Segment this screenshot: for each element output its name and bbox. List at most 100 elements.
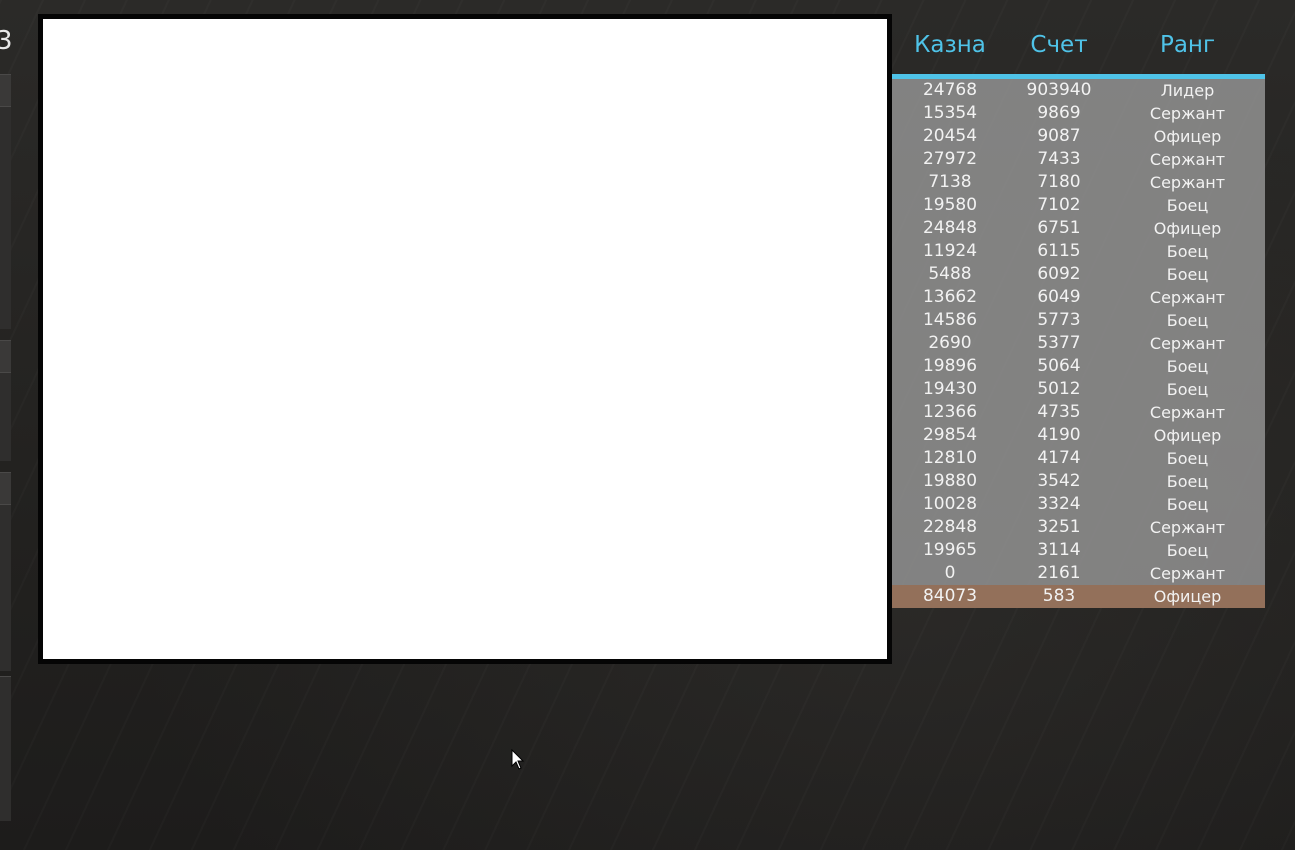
table-row[interactable]: 22848 3251 Сержант	[892, 516, 1265, 539]
table-row[interactable]: 24848 6751 Офицер	[892, 217, 1265, 240]
cell-kazna: 12810	[922, 448, 978, 468]
cell-rang: Сержант	[1149, 150, 1226, 169]
cell-schet: 7180	[1037, 172, 1081, 192]
cell-rang: Офицер	[1153, 426, 1222, 445]
cell-schet: 583	[1042, 586, 1076, 606]
left-panel-strip[interactable]	[0, 340, 11, 373]
left-panel-section	[0, 676, 11, 821]
cell-schet: 5064	[1037, 356, 1081, 376]
table-row[interactable]: 10028 3324 Боец	[892, 493, 1265, 516]
cell-kazna: 19430	[922, 379, 978, 399]
cell-rang: Боец	[1166, 495, 1209, 514]
cell-schet: 9087	[1037, 126, 1081, 146]
cell-rang: Сержант	[1149, 518, 1226, 537]
cell-schet: 903940	[1026, 80, 1092, 100]
table-row[interactable]: 19880 3542 Боец	[892, 470, 1265, 493]
cell-kazna: 24848	[922, 218, 978, 238]
cell-rang: Сержант	[1149, 564, 1226, 583]
cell-schet: 6049	[1037, 287, 1081, 307]
table-header: Казна Счет Ранг	[892, 24, 1265, 79]
table-row[interactable]: 5488 6092 Боец	[892, 263, 1265, 286]
table-row[interactable]: 19580 7102 Боец	[892, 194, 1265, 217]
table-row[interactable]: 24768 903940 Лидер	[892, 79, 1265, 102]
left-panel-section	[0, 504, 11, 671]
table-row[interactable]: 20454 9087 Офицер	[892, 125, 1265, 148]
table-row-current-player[interactable]: 84073 583 Офицер	[892, 585, 1265, 608]
column-header-rang[interactable]: Ранг	[1110, 28, 1265, 62]
cell-schet: 4735	[1037, 402, 1081, 422]
cell-schet: 7102	[1037, 195, 1081, 215]
cell-schet: 7433	[1037, 149, 1081, 169]
cell-rang: Боец	[1166, 265, 1209, 284]
cell-schet: 6092	[1037, 264, 1081, 284]
cell-rang: Сержант	[1149, 288, 1226, 307]
left-panel-section	[0, 106, 11, 329]
content-window	[38, 14, 892, 664]
column-header-schet[interactable]: Счет	[1008, 28, 1110, 62]
cell-rang: Сержант	[1149, 403, 1226, 422]
cell-rang: Боец	[1166, 311, 1209, 330]
cell-rang: Сержант	[1149, 104, 1226, 123]
cell-rang: Сержант	[1149, 173, 1226, 192]
cell-kazna: 19880	[922, 471, 978, 491]
cell-rang: Офицер	[1153, 219, 1222, 238]
table-body: 24768 903940 Лидер 15354 9869 Сержант 20454 908…	[892, 79, 1265, 608]
cell-rang: Сержант	[1149, 334, 1226, 353]
table-row[interactable]: 19965 3114 Боец	[892, 539, 1265, 562]
game-screen: 3 Казна Счет Ранг 24768 903940 Лидер 15354 9…	[0, 0, 1295, 850]
cell-rang: Офицер	[1153, 127, 1222, 146]
cell-rang: Лидер	[1160, 81, 1215, 100]
table-row[interactable]: 12810 4174 Боец	[892, 447, 1265, 470]
cell-kazna: 19965	[922, 540, 978, 560]
cell-kazna: 24768	[922, 80, 978, 100]
left-panel-section	[0, 372, 11, 461]
cell-rang: Боец	[1166, 357, 1209, 376]
cell-schet: 5012	[1037, 379, 1081, 399]
cell-schet: 2161	[1037, 563, 1081, 583]
cell-kazna: 0	[944, 563, 956, 583]
cell-kazna: 2690	[928, 333, 972, 353]
left-panel-strip[interactable]	[0, 74, 11, 107]
table-row[interactable]: 13662 6049 Сержант	[892, 286, 1265, 309]
table-row[interactable]: 7138 7180 Сержант	[892, 171, 1265, 194]
cell-kazna: 84073	[922, 586, 978, 606]
left-panel-partial-text: 3	[0, 26, 13, 56]
cell-kazna: 27972	[922, 149, 978, 169]
cell-kazna: 5488	[928, 264, 972, 284]
left-panel-strip[interactable]	[0, 472, 11, 505]
cell-kazna: 15354	[922, 103, 978, 123]
cell-kazna: 7138	[928, 172, 972, 192]
cell-rang: Боец	[1166, 196, 1209, 215]
cell-schet: 3251	[1037, 517, 1081, 537]
cell-schet: 9869	[1037, 103, 1081, 123]
cell-kazna: 10028	[922, 494, 978, 514]
cell-kazna: 20454	[922, 126, 978, 146]
table-row[interactable]: 15354 9869 Сержант	[892, 102, 1265, 125]
column-header-kazna[interactable]: Казна	[892, 28, 1008, 62]
cell-rang: Боец	[1166, 449, 1209, 468]
table-row[interactable]: 0 2161 Сержант	[892, 562, 1265, 585]
table-row[interactable]: 14586 5773 Боец	[892, 309, 1265, 332]
table-row[interactable]: 12366 4735 Сержант	[892, 401, 1265, 424]
cell-kazna: 12366	[922, 402, 978, 422]
cell-schet: 5773	[1037, 310, 1081, 330]
cell-schet: 6751	[1037, 218, 1081, 238]
cell-rang: Боец	[1166, 472, 1209, 491]
cell-schet: 3114	[1037, 540, 1081, 560]
cell-schet: 3324	[1037, 494, 1081, 514]
cell-kazna: 14586	[922, 310, 978, 330]
cell-rang: Боец	[1166, 242, 1209, 261]
table-row[interactable]: 27972 7433 Сержант	[892, 148, 1265, 171]
table-row[interactable]: 2690 5377 Сержант	[892, 332, 1265, 355]
cell-rang: Боец	[1166, 541, 1209, 560]
cell-kazna: 11924	[922, 241, 978, 261]
cell-schet: 6115	[1037, 241, 1081, 261]
cell-schet: 3542	[1037, 471, 1081, 491]
table-row[interactable]: 19430 5012 Боец	[892, 378, 1265, 401]
table-row[interactable]: 19896 5064 Боец	[892, 355, 1265, 378]
cell-kazna: 19580	[922, 195, 978, 215]
mouse-pointer-icon	[511, 749, 525, 770]
table-row[interactable]: 29854 4190 Офицер	[892, 424, 1265, 447]
cell-schet: 5377	[1037, 333, 1081, 353]
table-row[interactable]: 11924 6115 Боец	[892, 240, 1265, 263]
